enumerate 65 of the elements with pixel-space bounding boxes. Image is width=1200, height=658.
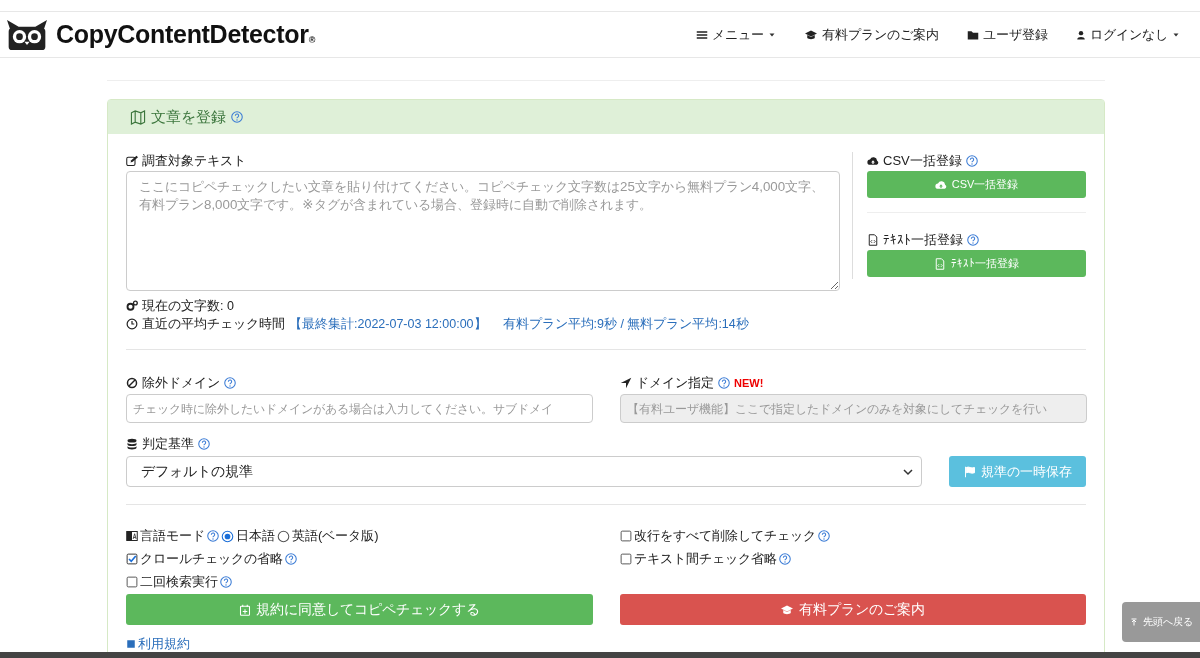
checkbox [126,576,138,588]
location-arrow-icon [620,377,632,389]
checkbox-option[interactable]: クロールチェックの省略 [126,550,620,568]
edit-icon [126,155,138,167]
last-updated-link[interactable]: 【最終集計:2022-07-03 12:00:00】 [289,315,487,333]
help-icon [779,553,791,565]
checkbox [620,553,632,565]
map-icon [130,109,146,125]
user-icon [1076,28,1086,41]
nav-link[interactable]: メニュー [682,25,790,44]
field-label: 調査対象テキスト [142,152,246,170]
help-icon [207,530,219,542]
option-label: 言語モード [140,527,205,545]
chevron-down-icon [903,467,913,476]
site-logo[interactable]: CopyContentDetector® [56,20,315,49]
checkbox-option[interactable]: 改行をすべて削除してチェック [620,527,1086,545]
help-icon [718,377,730,389]
help-icon [965,155,978,167]
help-icon [224,377,236,389]
graduation-cap-icon [804,28,818,41]
checkbox-option[interactable]: 二回検索実行 [126,573,620,591]
graduation-cap-icon [780,603,795,616]
folder-icon [967,28,979,41]
arrow-up-icon [1129,617,1138,627]
help-icon [967,234,979,246]
text-input[interactable]: ここにコピペチェックしたい文章を貼り付けてください。コピペチェック文字数は25文字から無料プラン4,000文字、有料プラン8,000文字です。※タグが含まれている場合、登録時に自動で削除されます。 [126,171,840,291]
square-icon [126,639,136,649]
checkbox [620,530,632,542]
help-icon [231,111,243,123]
help-icon [818,530,830,542]
criteria-select[interactable]: デフォルトの規準 [126,456,922,487]
field-label: 除外ドメイン [142,374,220,392]
calendar-plus-icon [238,603,251,616]
clock-icon [126,318,138,330]
radio-button [277,529,290,543]
terms-link[interactable]: 利用規約 [138,635,190,653]
language-icon [126,530,138,542]
char-count: 現在の文字数: 0 [142,297,234,315]
help-icon [285,553,297,565]
field-label: 判定基準 [142,435,194,453]
ban-icon [126,377,138,389]
panel-title: 文章を登録 [151,107,226,127]
nav-link[interactable]: ユーザ登録 [953,25,1062,44]
avg-time-link[interactable]: 有料プラン平均:9秒 / 無料プラン平均:14秒 [502,315,749,333]
help-icon [198,438,210,450]
checkbox [126,553,138,565]
owl-logo-icon [6,19,48,50]
exclude-domain-field[interactable]: チェック時に除外したいドメインがある場合は入力してください。サブドメイ [126,394,593,423]
radio-option[interactable]: 英語(ベータ版) [277,527,379,545]
flag-icon [963,465,976,478]
gears-icon [126,300,138,312]
bulk-label: ﾃｷｽﾄ一括登録 [883,231,963,249]
menu-icon [696,28,708,41]
radio-button [221,529,234,543]
database-icon [126,438,138,450]
radio-option[interactable]: 日本語 [221,527,275,545]
nav-link[interactable]: 有料プランのご案内 [790,25,953,44]
help-icon [220,576,232,588]
nav-link[interactable]: ログインなし [1062,25,1194,44]
checkbox-option[interactable]: テキスト間チェック省略 [620,550,1086,568]
new-label: NEW! [734,377,764,389]
avg-time-label: 直近の平均チェック時間 [142,315,285,333]
action-button[interactable]: 有料プランのご案内 [619,594,1086,625]
field-label: ドメイン指定 [636,374,714,392]
bulk-label: CSV一括登録 [883,152,962,170]
